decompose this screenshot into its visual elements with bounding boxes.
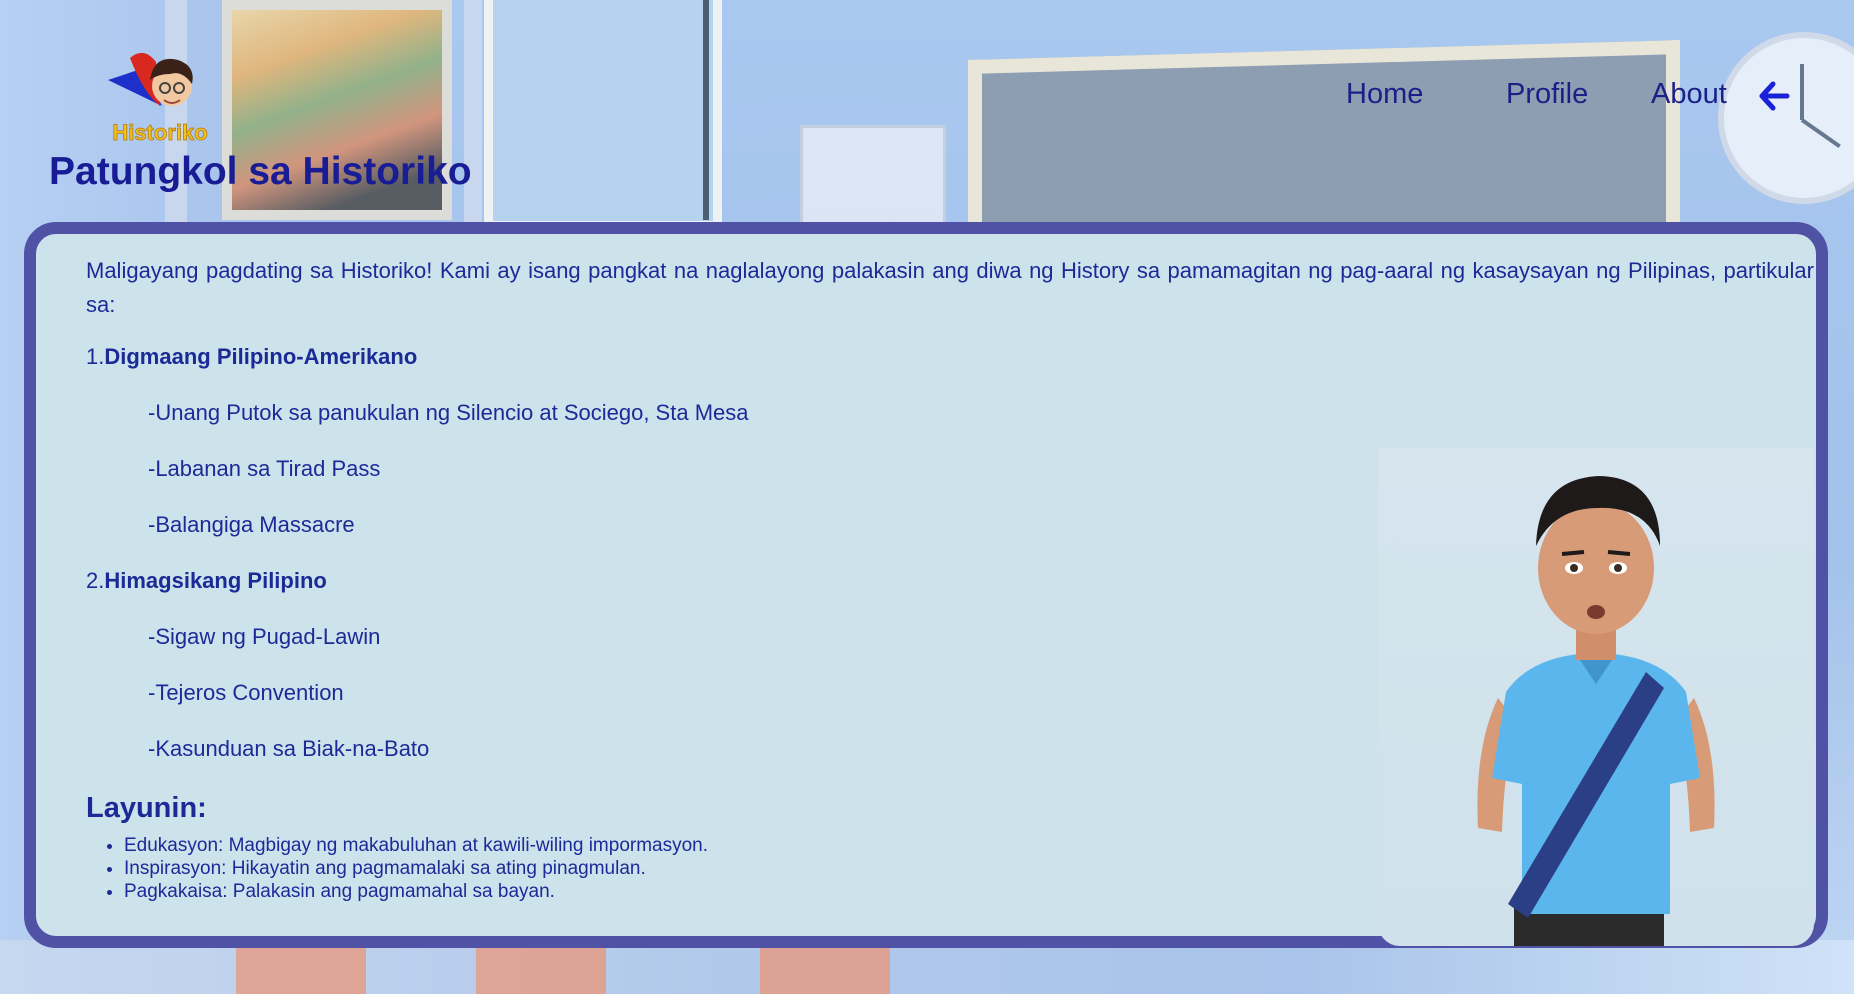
topic-heading: 1.Digmaang Pilipino-Amerikano <box>86 344 418 369</box>
topic-item: -Kasunduan sa Biak-na-Bato <box>148 736 430 761</box>
topic-heading: 2.Himagsikang Pilipino <box>86 568 327 593</box>
goals-list: Edukasyon: Magbigay ng makabuluhan at ka… <box>86 834 1814 903</box>
goal-item: Pagkakaisa: Palakasin ang pagmamahal sa … <box>124 880 1814 903</box>
topic-item: -Unang Putok sa panukulan ng Silencio at… <box>148 400 749 425</box>
nav-about-link[interactable]: About <box>1651 78 1727 111</box>
about-content: Maligayang pagdating sa Historiko! Kami … <box>86 254 1814 903</box>
goal-item: Inspirasyon: Hikayatin ang pagmamalaki s… <box>124 857 1814 880</box>
topic-item: -Sigaw ng Pugad-Lawin <box>148 624 381 649</box>
nav-home-link[interactable]: Home <box>1346 78 1423 111</box>
topic-item: -Balangiga Massacre <box>148 512 355 537</box>
intro-paragraph: Maligayang pagdating sa Historiko! Kami … <box>86 258 1814 317</box>
svg-text:Historiko: Historiko <box>112 120 207 144</box>
topic-item: -Tejeros Convention <box>148 680 344 705</box>
goal-item: Edukasyon: Magbigay ng makabuluhan at ka… <box>124 834 1814 857</box>
nav-profile-link[interactable]: Profile <box>1506 78 1588 111</box>
goals-heading: Layunin: <box>86 792 207 824</box>
page-title: Patungkol sa Historiko <box>49 150 472 193</box>
top-navigation: Home Profile About <box>0 78 1854 118</box>
arrow-left-icon[interactable] <box>1757 78 1791 114</box>
topic-item: -Labanan sa Tirad Pass <box>148 456 381 481</box>
